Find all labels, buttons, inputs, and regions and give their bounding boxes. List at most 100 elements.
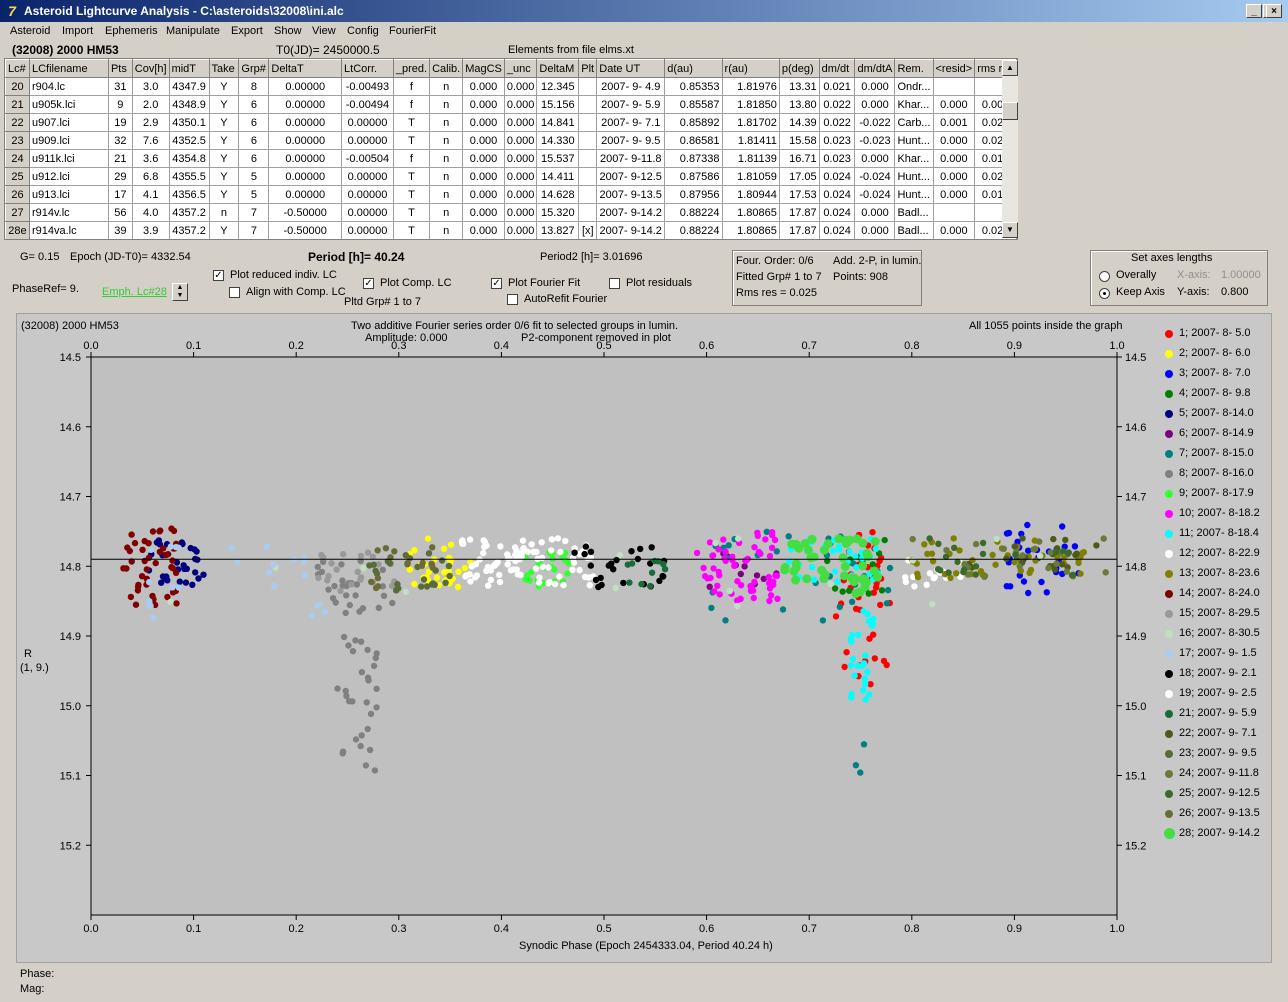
table-cell[interactable]: 0.000 [503,203,538,222]
column-header[interactable]: Pts [107,59,133,78]
table-cell[interactable]: -0.022 [854,113,896,132]
table-cell[interactable]: -0.00504 [341,149,394,168]
table-cell[interactable]: 14.628 [536,185,580,204]
table-cell[interactable]: 21 [5,95,30,114]
legend-item[interactable]: 17; 2007- 9- 1.5 [1165,646,1269,666]
emph-spinner[interactable]: ▲ ▼ [172,283,188,301]
table-cell[interactable]: Y [208,131,240,150]
legend-item[interactable]: 11; 2007- 8-18.4 [1165,526,1269,546]
table-cell[interactable]: Hunt... [894,131,934,150]
table-cell[interactable]: 0.85587 [664,95,723,114]
table-cell[interactable]: 17 [107,185,133,204]
emph-lc-link[interactable]: Emph. Lc#28 [102,286,167,298]
table-cell[interactable]: 0.00000 [268,113,343,132]
table-cell[interactable]: 0.85353 [664,77,723,96]
table-cell[interactable] [578,77,598,96]
table-cell[interactable]: 0.88224 [664,203,723,222]
legend-item[interactable]: 16; 2007- 8-30.5 [1165,626,1269,646]
table-row[interactable]: 22 u907.lci 19 2.9 4350.1 Y 6 0.00000 0.00000 Tn 0… [5,113,1017,132]
table-cell[interactable]: [x] [578,221,598,239]
legend-item[interactable]: 23; 2007- 9- 9.5 [1165,746,1269,766]
table-cell[interactable]: 2007- 9- 9.5 [596,131,666,150]
legend-item[interactable]: 19; 2007- 9- 2.5 [1165,686,1269,706]
column-header[interactable]: LCfilename [28,59,109,78]
table-cell[interactable]: 0.000 [462,149,505,168]
table-cell[interactable]: n [429,131,464,150]
table-cell[interactable]: 1.81976 [721,77,780,96]
table-cell[interactable]: 0.000 [932,221,976,239]
table-cell[interactable]: 0.00000 [268,185,343,204]
lightcurve-plot-panel[interactable]: (32008) 2000 HM53 Two additive Fourier s… [16,313,1272,963]
table-cell[interactable]: Khar... [894,95,934,114]
table-cell[interactable]: 28e [5,221,30,239]
table-cell[interactable]: Ondr... [894,77,934,96]
table-cell[interactable]: Khar... [894,149,934,168]
table-cell[interactable]: 2007- 9-14.2 [596,221,666,239]
table-cell[interactable]: 0.87338 [664,149,723,168]
table-cell[interactable]: 0.023 [818,149,856,168]
plotted-groups-label[interactable]: Pltd Grp# 1 to 7 [344,296,421,308]
legend-item[interactable]: 5; 2007- 8-14.0 [1165,406,1269,426]
table-cell[interactable]: Hunt... [894,167,934,186]
table-cell[interactable]: n [429,203,464,222]
table-cell[interactable] [578,131,598,150]
legend-item[interactable]: 1; 2007- 8- 5.0 [1165,326,1269,346]
table-cell[interactable]: r914va.lc [28,221,109,239]
column-header[interactable]: Cov[h] [131,59,170,78]
table-cell[interactable]: n [429,185,464,204]
table-cell[interactable]: -0.00493 [341,77,394,96]
table-cell[interactable]: 2.9 [131,113,170,132]
column-header[interactable]: dm/dtA [854,59,896,78]
scroll-down-icon[interactable]: ▼ [1002,222,1018,238]
column-header[interactable]: Lc# [5,59,30,78]
column-header[interactable]: midT [168,59,210,78]
legend-item[interactable]: 21; 2007- 9- 5.9 [1165,706,1269,726]
phaseref-label[interactable]: PhaseRef= 9. [12,283,79,295]
table-cell[interactable]: 0.000 [932,131,976,150]
table-cell[interactable]: 0.86581 [664,131,723,150]
table-cell[interactable]: 0.024 [818,185,856,204]
table-cell[interactable]: 32 [107,131,133,150]
table-cell[interactable]: 0.000 [462,203,505,222]
table-cell[interactable]: 0.000 [854,77,896,96]
epoch-label[interactable]: Epoch (JD-T0)= 4332.54 [70,251,191,263]
table-cell[interactable]: 1.81411 [721,131,780,150]
table-cell[interactable]: 13.827 [536,221,580,239]
table-cell[interactable]: 6.8 [131,167,170,186]
column-header[interactable]: _unc [503,59,538,78]
legend-item[interactable]: 18; 2007- 9- 2.1 [1165,666,1269,686]
table-row[interactable]: 23 u909.lci 32 7.6 4352.5 Y 6 0.00000 0.00000 Tn 0… [5,131,1017,150]
table-cell[interactable]: 26 [5,185,30,204]
plot-residuals-checkbox[interactable] [609,278,620,289]
table-cell[interactable]: 0.00000 [268,77,343,96]
table-cell[interactable]: 0.87956 [664,185,723,204]
table-cell[interactable]: 8 [238,77,270,96]
table-cell[interactable]: 0.000 [462,185,505,204]
table-cell[interactable]: Hunt... [894,185,934,204]
legend-item[interactable]: 14; 2007- 8-24.0 [1165,586,1269,606]
table-cell[interactable]: 0.000 [503,149,538,168]
x-axis-value[interactable]: 1.00000 [1221,269,1261,281]
legend-item[interactable]: 10; 2007- 8-18.2 [1165,506,1269,526]
table-cell[interactable]: n [429,221,464,239]
table-cell[interactable]: 0.000 [462,221,505,239]
menu-asteroid[interactable]: Asteroid [10,25,50,37]
column-header[interactable]: LtCorr. [341,59,394,78]
table-cell[interactable]: 5 [238,185,270,204]
table-cell[interactable]: 0.00000 [341,113,394,132]
column-header[interactable]: DeltaM [536,59,580,78]
table-row[interactable]: 20 r904.lc 31 3.0 4347.9 Y 8 0.00000 -0.00493 f n 0… [5,77,1017,96]
table-cell[interactable]: 1.80944 [721,185,780,204]
table-cell[interactable]: 0.00000 [341,203,394,222]
table-cell[interactable]: r904.lc [28,77,109,96]
legend-item[interactable]: 25; 2007- 9-12.5 [1165,786,1269,806]
table-cell[interactable]: -0.00494 [341,95,394,114]
table-row[interactable]: 24 u911k.lci 21 3.6 4354.8 Y 6 0.00000 -0.00504 f… [5,149,1017,168]
menu-config[interactable]: Config [347,25,379,37]
table-cell[interactable]: 6 [238,149,270,168]
table-cell[interactable]: r914v.lc [28,203,109,222]
table-cell[interactable]: 7 [238,203,270,222]
table-cell[interactable]: 2007- 9-13.5 [596,185,666,204]
menu-ephemeris[interactable]: Ephemeris [105,25,158,37]
plot-fourier-checkbox[interactable]: ✓ [491,278,502,289]
